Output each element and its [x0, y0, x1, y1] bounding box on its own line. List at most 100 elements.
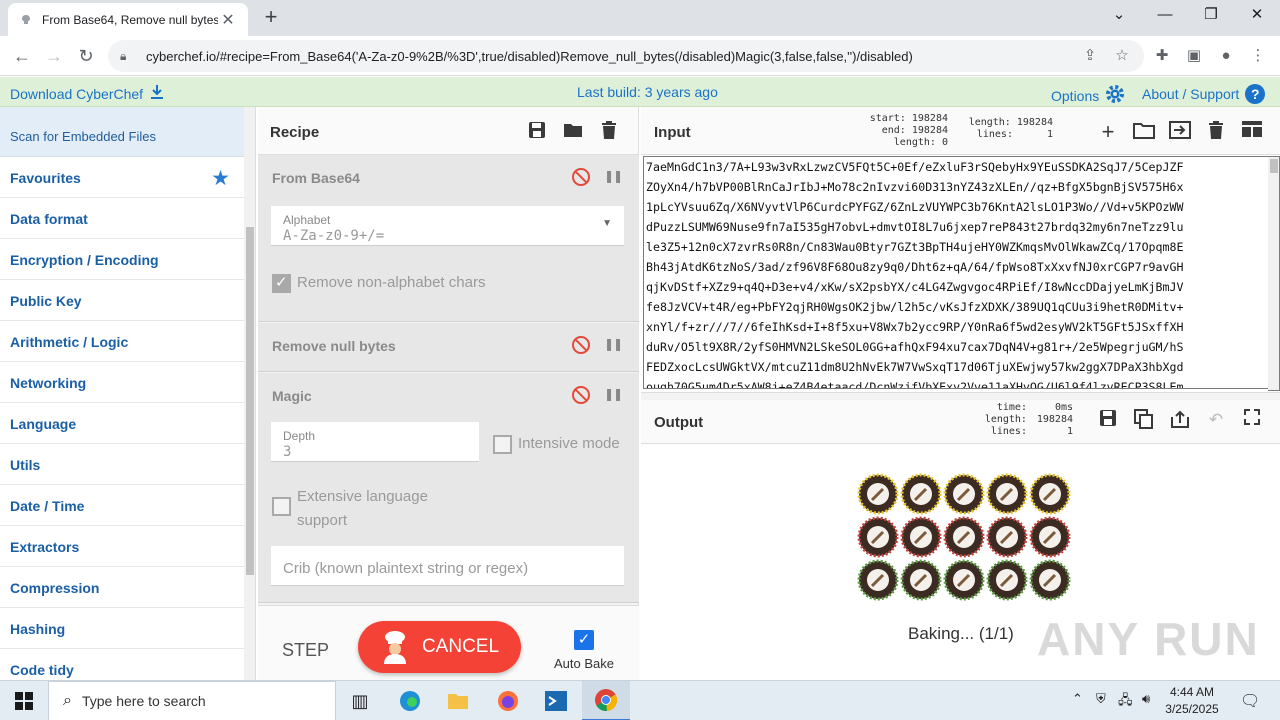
download-icon[interactable] — [150, 84, 164, 103]
star-icon[interactable]: ★ — [211, 166, 230, 191]
undo-icon[interactable]: ↶ — [1205, 409, 1227, 431]
input-scrollbar[interactable] — [1268, 156, 1280, 391]
depth-input[interactable]: Depth 3 — [271, 422, 479, 462]
auto-bake-checkbox[interactable]: ✓ Auto Bake — [552, 630, 616, 671]
category-label[interactable]: Networking — [10, 375, 86, 391]
breakpoint-icon[interactable]: ❚❚ — [604, 169, 623, 183]
op-name[interactable]: From Base64 — [272, 170, 360, 186]
category-language[interactable]: Language — [0, 403, 244, 444]
category-label[interactable]: Compression — [10, 580, 99, 596]
add-input-tab-icon[interactable]: + — [1097, 121, 1119, 143]
maximise-output-icon[interactable] — [1241, 409, 1263, 431]
network-icon[interactable]: 🖧︎ — [1118, 691, 1133, 713]
address-bar[interactable]: 🔒︎ cyberchef.io/#recipe=From_Base64('A-Z… — [108, 40, 1144, 72]
input-line[interactable]: fe8JzVCV+t4R/eg+PbFY2qjRH0WgsOK2jbw/l2h5… — [646, 297, 1268, 317]
gear-icon[interactable] — [1105, 84, 1125, 107]
intensive-mode-checkbox[interactable]: Intensive mode — [493, 435, 620, 454]
terminal-app-icon[interactable] — [532, 681, 580, 720]
task-view-icon[interactable]: ▥ — [336, 681, 384, 720]
category-label[interactable]: Encryption / Encoding — [10, 252, 159, 268]
input-line[interactable]: 7aeMnGdC1n3/7A+L93w3vRxLzwzCV5FQt5C+0Ef/… — [646, 157, 1268, 177]
alphabet-select[interactable]: Alphabet A-Za-z0-9+/= ▼ — [271, 206, 624, 246]
category-utils[interactable]: Utils — [0, 444, 244, 485]
windows-start-icon[interactable] — [0, 681, 48, 720]
category-date-time[interactable]: Date / Time — [0, 485, 244, 526]
breakpoint-icon[interactable]: ❚❚ — [604, 387, 623, 401]
open-file-folder-icon[interactable] — [1133, 121, 1155, 143]
clock-time[interactable]: 4:44 AM — [1152, 684, 1232, 701]
pane-divider[interactable] — [641, 392, 1280, 400]
breakpoint-icon[interactable]: ❚❚ — [604, 337, 623, 351]
cancel-bake-button[interactable]: CANCEL — [358, 621, 521, 673]
checkbox-checked-icon[interactable]: ✓ — [574, 630, 594, 650]
forward-button[interactable]: → — [40, 42, 68, 70]
category-label[interactable]: Favourites — [10, 170, 81, 186]
category-label[interactable]: Public Key — [10, 293, 82, 309]
category-label[interactable]: Utils — [10, 457, 40, 473]
taskbar-clock[interactable]: 4:44 AM 3/25/2025 — [1152, 684, 1232, 718]
chrome-menu-icon[interactable]: ⋮ — [1248, 46, 1268, 66]
extensions-icon[interactable]: ✚ — [1152, 46, 1172, 66]
browser-tab[interactable]: From Base64, Remove null bytes ✕ — [8, 3, 248, 36]
share-icon[interactable]: ⇪ — [1080, 46, 1100, 66]
category-label[interactable]: Code tidy — [10, 662, 74, 678]
side-panel-icon[interactable]: ▣ — [1184, 46, 1204, 66]
disable-op-icon[interactable] — [572, 386, 590, 404]
category-public-key[interactable]: Public Key — [0, 280, 244, 321]
category-label[interactable]: Extractors — [10, 539, 79, 555]
step-button[interactable]: STEP — [282, 640, 329, 661]
disable-op-icon[interactable] — [572, 168, 590, 186]
tray-security-icon[interactable]: ⛨ — [1096, 691, 1106, 707]
op-name[interactable]: Magic — [272, 388, 312, 404]
profile-icon[interactable]: ● — [1216, 46, 1236, 66]
clear-input-trash-icon[interactable] — [1205, 121, 1227, 143]
checkbox-icon[interactable] — [493, 435, 512, 454]
input-line[interactable]: xnYl/f+zr///7//6feIhKsd+I+8f5xu+V8Wx7b2y… — [646, 317, 1268, 337]
tab-close-icon[interactable]: ✕ — [218, 10, 238, 30]
category-label[interactable]: Data format — [10, 211, 88, 227]
about-label[interactable]: About / Support — [1142, 86, 1239, 102]
op-from-base64[interactable]: From Base64 ❚❚ Alphabet A-Za-z0-9+/= ▼ R… — [258, 155, 639, 322]
extensive-language-checkbox[interactable]: Extensive language support — [272, 485, 428, 533]
close-window-button[interactable]: ✕ — [1234, 0, 1280, 30]
notifications-icon[interactable]: 🗨︎ — [1240, 691, 1260, 711]
save-recipe-icon[interactable] — [526, 121, 548, 143]
input-scrollbar-thumb[interactable] — [1270, 159, 1278, 173]
url-text[interactable]: cyberchef.io/#recipe=From_Base64('A-Za-z… — [146, 49, 1144, 64]
file-explorer-icon[interactable] — [434, 681, 482, 720]
load-recipe-folder-icon[interactable] — [562, 121, 584, 143]
category-data-format[interactable]: Data format — [0, 198, 244, 239]
save-output-icon[interactable] — [1097, 409, 1119, 431]
options-link[interactable]: Options — [1051, 84, 1125, 107]
replace-input-icon[interactable] — [1169, 409, 1191, 431]
input-line[interactable]: ough70G5um4Dr5xAW8j+eZ4B4etaacd/DcnWzjfV… — [646, 377, 1268, 388]
about-support-link[interactable]: About / Support ? — [1142, 84, 1266, 104]
crib-placeholder[interactable]: Crib (known plaintext string or regex) — [283, 560, 528, 577]
checkbox-icon[interactable] — [272, 273, 291, 293]
category-label[interactable]: Language — [10, 416, 76, 432]
chevron-down-icon[interactable]: ▼ — [602, 218, 612, 229]
volume-icon[interactable]: 🔊︎ — [1142, 691, 1150, 707]
reload-button[interactable]: ↻ — [72, 42, 100, 70]
input-line[interactable]: 1pLcYVsuu6Zq/X6NVyvtVlP6CurdcPYFGZ/6ZnLz… — [646, 197, 1268, 217]
taskbar-search-box[interactable]: ⌕ Type here to search — [48, 681, 336, 720]
lock-icon[interactable]: 🔒︎ — [120, 49, 134, 64]
alphabet-value[interactable]: A-Za-z0-9+/= — [283, 228, 384, 244]
reset-layout-icon[interactable] — [1241, 121, 1263, 143]
operations-scrollbar-thumb[interactable] — [246, 227, 254, 575]
category-extractors[interactable]: Extractors — [0, 526, 244, 567]
category-code-tidy[interactable]: Code tidy — [0, 649, 244, 680]
input-line[interactable]: duRv/O5lt9X8R/2yfS0HMVN2LSkeSOL0GG+afhQx… — [646, 337, 1268, 357]
restore-button[interactable]: ❐ — [1188, 0, 1234, 30]
category-arithmetic-logic[interactable]: Arithmetic / Logic — [0, 321, 244, 362]
download-label[interactable]: Download CyberChef — [10, 86, 143, 102]
clear-recipe-trash-icon[interactable] — [598, 121, 620, 143]
crib-input[interactable]: Crib (known plaintext string or regex) — [271, 546, 624, 586]
options-label[interactable]: Options — [1051, 88, 1099, 104]
tray-chevron-up-icon[interactable]: ⌃ — [1072, 691, 1083, 707]
back-button[interactable]: ← — [8, 42, 36, 70]
input-line[interactable]: dPuzzLSUMW69Nuse9fn7aI535gH7obvL+dmvtOI8… — [646, 217, 1268, 237]
category-encryption-encoding[interactable]: Encryption / Encoding — [0, 239, 244, 280]
operation-search-result[interactable]: Scan for Embedded Files — [0, 107, 255, 157]
checkbox-icon[interactable] — [272, 497, 291, 516]
